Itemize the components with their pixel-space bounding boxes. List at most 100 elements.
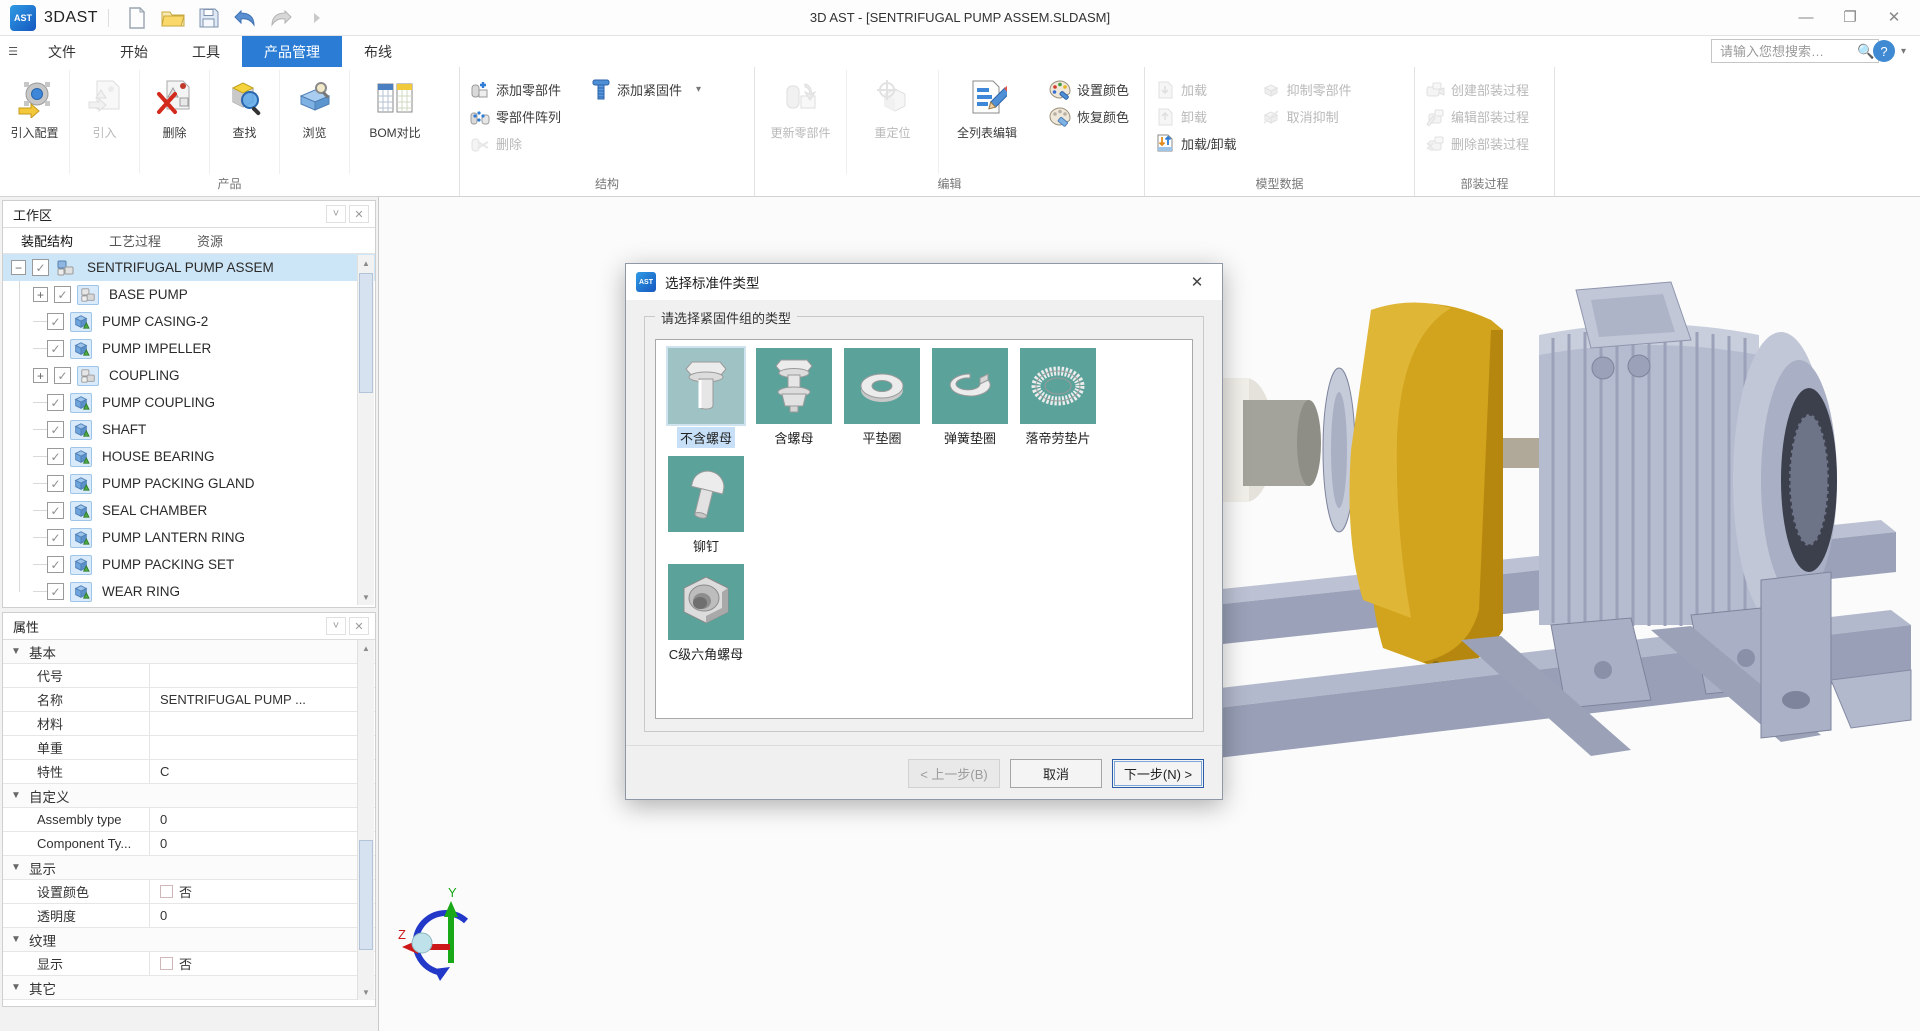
fastener-tile-bolt[interactable]: 不含螺母 — [662, 348, 750, 448]
restore-color-button[interactable]: 恢复颜色 — [1049, 103, 1129, 130]
tree-item[interactable]: WEAR RING — [3, 578, 375, 605]
property-row[interactable]: 单重 — [3, 736, 375, 760]
new-document-button[interactable] — [122, 4, 152, 32]
visibility-checkbox[interactable] — [47, 448, 64, 465]
tab-product-management[interactable]: 产品管理 — [242, 36, 342, 67]
value-checkbox[interactable] — [160, 957, 173, 970]
fastener-tile-hex-nut[interactable]: C级六角螺母 — [662, 564, 750, 664]
scroll-up-arrow[interactable] — [358, 640, 374, 656]
tree-scrollbar[interactable] — [357, 255, 374, 605]
close-panel-button[interactable] — [349, 617, 369, 635]
property-section[interactable]: 其它 — [3, 976, 375, 1000]
property-row[interactable]: 显示否 — [3, 952, 375, 976]
close-button[interactable]: ✕ — [1872, 0, 1916, 34]
property-row[interactable]: 代号 — [3, 664, 375, 688]
component-pattern-button[interactable]: 零部件阵列 — [470, 103, 561, 130]
visibility-checkbox[interactable] — [47, 529, 64, 546]
tab-resources[interactable]: 资源 — [179, 228, 241, 253]
chevron-down-icon[interactable] — [1901, 46, 1906, 57]
property-row[interactable]: 名称SENTRIFUGAL PUMP ... — [3, 688, 375, 712]
delete-product-button[interactable]: 删除 — [140, 70, 210, 174]
visibility-checkbox[interactable] — [54, 286, 71, 303]
load-unload-button[interactable]: 加载/卸载 — [1155, 130, 1237, 157]
visibility-checkbox[interactable] — [54, 367, 71, 384]
property-section[interactable]: 自定义 — [3, 784, 375, 808]
visibility-checkbox[interactable] — [32, 259, 49, 276]
tree-item[interactable]: SHAFT — [3, 416, 375, 443]
import-config-button[interactable]: 引入配置 — [0, 70, 70, 174]
visibility-checkbox[interactable] — [47, 313, 64, 330]
visibility-checkbox[interactable] — [47, 475, 64, 492]
qat-more-button[interactable] — [302, 4, 332, 32]
tree-item[interactable]: PUMP CASING-2 — [3, 308, 375, 335]
tab-process[interactable]: 工艺过程 — [91, 228, 179, 253]
set-color-button[interactable]: 设置颜色 — [1049, 76, 1129, 103]
tree-item[interactable]: COUPLING — [3, 362, 375, 389]
property-row[interactable]: 材料 — [3, 712, 375, 736]
property-section[interactable]: 基本 — [3, 640, 375, 664]
property-row[interactable]: Component Ty...0 — [3, 832, 375, 856]
tree-item-root[interactable]: SENTRIFUGAL PUMP ASSEM — [3, 254, 375, 281]
visibility-checkbox[interactable] — [47, 502, 64, 519]
scrollbar-thumb[interactable] — [359, 273, 373, 393]
tree-item[interactable]: HOUSE BEARING — [3, 443, 375, 470]
expand-expander[interactable] — [33, 287, 48, 302]
visibility-checkbox[interactable] — [47, 583, 64, 600]
property-section[interactable]: 纹理 — [3, 928, 375, 952]
tree-item[interactable]: BASE PUMP — [3, 281, 375, 308]
property-row[interactable]: 设置颜色否 — [3, 880, 375, 904]
fastener-tile-bolt-with-nut[interactable]: 含螺母 — [750, 348, 838, 448]
open-button[interactable] — [158, 4, 188, 32]
value-checkbox[interactable] — [160, 885, 173, 898]
tree-item[interactable]: PUMP PACKING GLAND — [3, 470, 375, 497]
bom-compare-button[interactable]: BOM对比 — [350, 70, 440, 174]
visibility-checkbox[interactable] — [47, 394, 64, 411]
fastener-tile-spring-washer[interactable]: 弹簧垫圈 — [926, 348, 1014, 448]
dialog-close-button[interactable] — [1182, 273, 1212, 291]
restore-button[interactable]: ❐ — [1828, 0, 1872, 34]
tree-item[interactable]: SEAL CHAMBER — [3, 497, 375, 524]
tab-tools[interactable]: 工具 — [170, 36, 242, 67]
collapse-panel-button[interactable] — [326, 617, 346, 635]
help-button[interactable]: ? — [1873, 40, 1895, 62]
search-input[interactable] — [1711, 39, 1879, 63]
scroll-down-arrow[interactable] — [358, 984, 374, 1000]
property-row[interactable]: 透明度0 — [3, 904, 375, 928]
scrollbar-thumb[interactable] — [359, 840, 373, 950]
scroll-up-arrow[interactable] — [358, 255, 374, 271]
cancel-button[interactable]: 取消 — [1010, 759, 1102, 788]
expand-expander[interactable] — [33, 368, 48, 383]
fastener-tile-flat-washer[interactable]: 平垫圈 — [838, 348, 926, 448]
tree-item[interactable]: PUMP PACKING SET — [3, 551, 375, 578]
tree-item[interactable]: PUMP IMPELLER — [3, 335, 375, 362]
property-row[interactable]: 特性C — [3, 760, 375, 784]
full-list-edit-button[interactable]: 全列表编辑 — [939, 70, 1035, 174]
find-button[interactable]: 查找 — [210, 70, 280, 174]
visibility-checkbox[interactable] — [47, 340, 64, 357]
chevron-down-icon[interactable] — [696, 84, 701, 95]
property-row[interactable]: Assembly type0 — [3, 808, 375, 832]
fastener-tile-serrated-washer[interactable]: 落帝劳垫片 — [1014, 348, 1102, 448]
tab-routing[interactable]: 布线 — [342, 36, 414, 67]
next-button[interactable]: 下一步(N) > — [1112, 759, 1204, 788]
scroll-down-arrow[interactable] — [358, 589, 374, 605]
minimize-button[interactable]: — — [1784, 0, 1828, 34]
add-component-button[interactable]: 添加零部件 — [470, 76, 561, 103]
fastener-tile-rivet[interactable]: 铆钉 — [662, 456, 750, 556]
tab-assembly-structure[interactable]: 装配结构 — [3, 228, 91, 253]
collapse-expander[interactable] — [11, 260, 26, 275]
add-fastener-button[interactable]: 添加紧固件 — [591, 76, 701, 103]
visibility-checkbox[interactable] — [47, 421, 64, 438]
properties-scrollbar[interactable] — [357, 640, 374, 1000]
property-section[interactable]: 显示 — [3, 856, 375, 880]
visibility-checkbox[interactable] — [47, 556, 64, 573]
tab-start[interactable]: 开始 — [98, 36, 170, 67]
collapse-panel-button[interactable] — [326, 205, 346, 223]
tab-file[interactable]: 文件 — [26, 36, 98, 67]
redo-button[interactable] — [266, 4, 296, 32]
tree-item[interactable]: PUMP LANTERN RING — [3, 524, 375, 551]
undo-button[interactable] — [230, 4, 260, 32]
menu-icon[interactable] — [0, 36, 26, 67]
browse-button[interactable]: 浏览 — [280, 70, 350, 174]
tree-item[interactable]: PUMP COUPLING — [3, 389, 375, 416]
